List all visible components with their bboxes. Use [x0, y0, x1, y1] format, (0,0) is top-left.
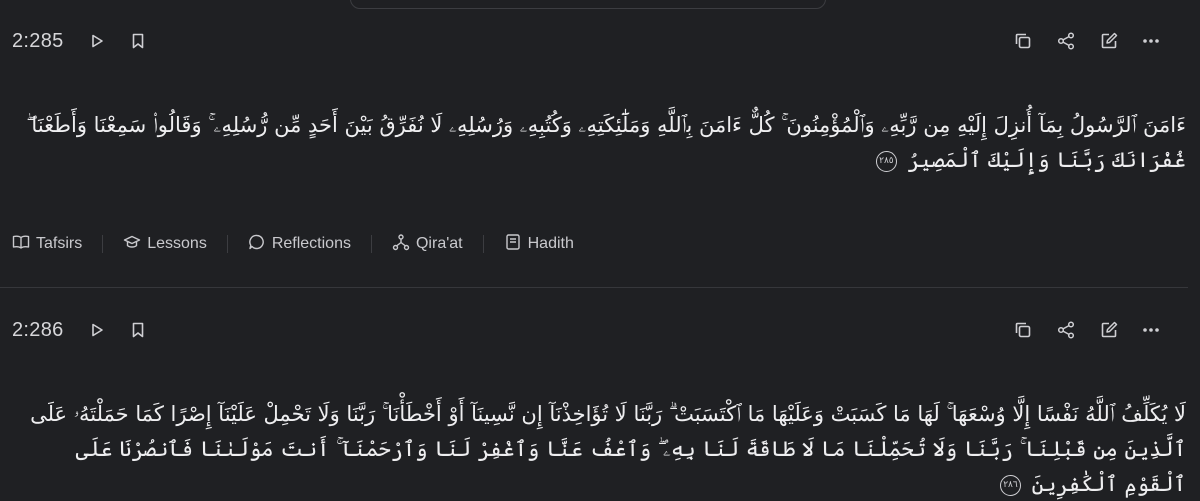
lessons-label: Lessons: [147, 235, 207, 252]
verse-key: 2:286: [12, 319, 64, 341]
play-icon[interactable]: [84, 28, 110, 54]
qiraat-label: Qira'at: [415, 235, 463, 252]
verse-resources-bar: Tafsirs Lessons Reflections Qira'at Hadi…: [12, 229, 574, 259]
graduation-cap-icon: [123, 233, 141, 256]
verse-line: لَا يُكَلِّفُ ٱللَّهُ نَفْسًا إِلَّا وُس…: [30, 402, 1186, 426]
quran-reader-page: 2:285 ءَامَنَ ٱلرَّسُولُ بِمَآ أُنزِلَ إ…: [0, 0, 1200, 501]
separator: [370, 235, 372, 253]
reflections-link[interactable]: Reflections: [248, 233, 351, 256]
verse-line-text: غُفْرَانَكَ رَبَّنَا وَإِلَيْكَ ٱلْمَصِي…: [907, 148, 1186, 172]
bookmark-icon[interactable]: [125, 28, 151, 54]
share-icon[interactable]: [1053, 317, 1079, 343]
edit-icon[interactable]: [1096, 317, 1122, 343]
verse-arabic-text: ءَامَنَ ٱلرَّسُولُ بِمَآ أُنزِلَ إِلَيْه…: [12, 108, 1186, 178]
verse-line: غُفْرَانَكَ رَبَّنَا وَإِلَيْكَ ٱلْمَصِي…: [12, 143, 1186, 178]
verse-divider: [0, 287, 1188, 288]
hadith-label: Hadith: [527, 235, 574, 252]
copy-icon[interactable]: [1010, 317, 1036, 343]
separator: [482, 235, 484, 253]
hadith-link[interactable]: Hadith: [504, 233, 574, 256]
ayah-end-marker: ٢٨٥: [875, 151, 897, 172]
qiraat-link[interactable]: Qira'at: [392, 233, 463, 256]
copy-icon[interactable]: [1010, 28, 1036, 54]
share-icon[interactable]: [1053, 28, 1079, 54]
book-open-icon: [12, 233, 30, 256]
more-icon[interactable]: [1138, 28, 1164, 54]
top-tab-bar: [350, 0, 826, 9]
tafsirs-link[interactable]: Tafsirs: [12, 233, 82, 256]
verse-2-285: 2:285 ءَامَنَ ٱلرَّسُولُ بِمَآ أُنزِلَ إ…: [0, 22, 1200, 287]
verse-line: ءَامَنَ ٱلرَّسُولُ بِمَآ أُنزِلَ إِلَيْه…: [26, 113, 1186, 137]
ayah-end-marker: ٢٨٦: [999, 475, 1021, 496]
play-icon[interactable]: [84, 317, 110, 343]
tafsirs-label: Tafsirs: [36, 235, 83, 252]
verse-key: 2:285: [12, 30, 64, 52]
separator: [226, 235, 228, 253]
chat-bubble-icon: [248, 233, 266, 256]
book-icon: [504, 233, 522, 256]
verse-header: 2:286: [0, 311, 1200, 351]
verse-line: ٱلَّذِينَ مِن قَبْلِنَا ۚ رَبَّنَا وَلَا…: [12, 432, 1186, 501]
separator: [102, 235, 104, 253]
verse-arabic-text: لَا يُكَلِّفُ ٱللَّهُ نَفْسًا إِلَّا وُس…: [12, 397, 1186, 501]
verse-2-286: 2:286 لَا يُكَلِّفُ ٱللَّهُ نَفْسًا إِلَ…: [0, 311, 1200, 501]
verse-header: 2:285: [0, 22, 1200, 62]
edit-icon[interactable]: [1096, 28, 1122, 54]
lessons-link[interactable]: Lessons: [123, 233, 207, 256]
bookmark-icon[interactable]: [125, 317, 151, 343]
branch-icon: [392, 233, 410, 256]
reflections-label: Reflections: [271, 235, 351, 252]
more-icon[interactable]: [1138, 317, 1164, 343]
